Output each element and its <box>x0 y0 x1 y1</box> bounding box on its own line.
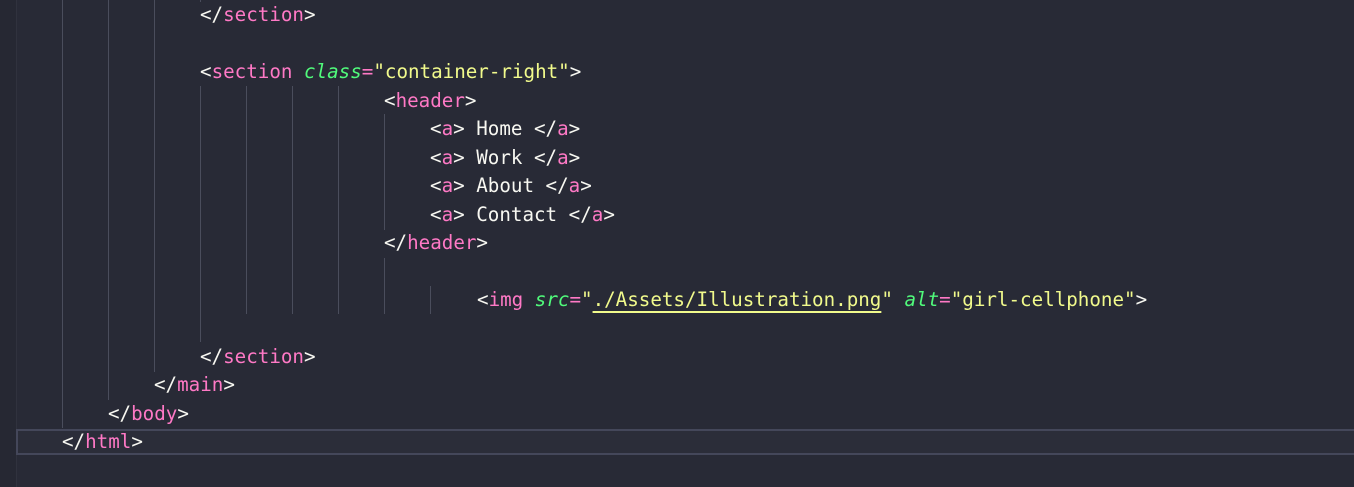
code-line[interactable]: </section> <box>200 343 316 371</box>
tag-name: a <box>441 203 454 226</box>
attribute-name: alt <box>904 288 940 311</box>
code-line[interactable]: <header> <box>384 87 476 115</box>
punctuation: > <box>177 402 189 425</box>
indent-guide <box>62 0 63 428</box>
punctuation: > <box>569 60 582 83</box>
punctuation: > <box>453 117 477 140</box>
text-content: Home <box>476 117 523 140</box>
tag-name: section <box>211 60 293 83</box>
punctuation: " <box>950 288 963 311</box>
punctuation: </ <box>534 174 569 197</box>
punctuation: </ <box>154 373 178 396</box>
punctuation: </ <box>557 203 592 226</box>
punctuation: > <box>603 203 615 226</box>
tag-name: a <box>441 174 454 197</box>
punctuation: " <box>1124 288 1136 311</box>
text-content: Work <box>476 146 523 169</box>
indent-guide <box>108 0 109 400</box>
code-line[interactable]: </section> <box>200 1 316 29</box>
punctuation: </ <box>384 231 408 254</box>
attribute-name: src <box>534 288 570 311</box>
attribute-value: girl-cellphone <box>962 288 1124 311</box>
file-path-link[interactable]: ./Assets/Illustration.png <box>593 288 882 311</box>
punctuation: > <box>131 430 143 453</box>
punctuation: </ <box>200 3 224 26</box>
code-line[interactable]: <img src="./Assets/Illustration.png" alt… <box>477 286 1147 314</box>
punctuation: < <box>430 203 442 226</box>
punctuation: < <box>384 89 396 112</box>
indent-guide <box>200 86 201 342</box>
indent-guide <box>338 86 339 314</box>
code-editor[interactable]: </section> <section class="container-rig… <box>0 0 1354 487</box>
punctuation: </ <box>62 430 86 453</box>
punctuation: </ <box>200 345 224 368</box>
code-line[interactable]: <a> Home </a> <box>430 115 580 143</box>
punctuation: > <box>1135 288 1148 311</box>
attribute-value: container-right <box>384 60 559 83</box>
current-line-highlight <box>16 429 1354 455</box>
code-line-current[interactable]: </html> <box>62 428 143 456</box>
tag-name: a <box>441 117 454 140</box>
tag-name: section <box>223 345 304 368</box>
tag-name: section <box>223 3 304 26</box>
code-line[interactable]: <section class="container-right"> <box>200 58 581 86</box>
punctuation: < <box>477 288 489 311</box>
punctuation: > <box>464 89 477 112</box>
indent-guide <box>292 86 293 314</box>
code-line[interactable]: <a> About </a> <box>430 172 592 200</box>
punctuation: > <box>303 345 316 368</box>
punctuation: > <box>453 203 477 226</box>
punctuation: < <box>200 60 212 83</box>
tag-name: html <box>85 430 132 453</box>
indent-guide <box>430 286 431 314</box>
punctuation: > <box>453 146 477 169</box>
punctuation: " <box>581 288 593 311</box>
punctuation: > <box>568 117 581 140</box>
tag-name: a <box>557 146 569 169</box>
indent-guide <box>246 86 247 314</box>
tag-name: header <box>395 89 465 112</box>
tag-name: a <box>557 117 569 140</box>
code-line[interactable]: <a> Contact </a> <box>430 201 615 229</box>
tag-name: main <box>177 373 224 396</box>
indent-guide <box>384 114 385 230</box>
tag-name: body <box>131 402 178 425</box>
editor-gutter <box>0 0 17 487</box>
punctuation: " <box>558 60 570 83</box>
code-line[interactable]: </main> <box>154 371 235 399</box>
punctuation: > <box>223 373 235 396</box>
punctuation: > <box>580 174 592 197</box>
attribute-name: class <box>304 60 362 83</box>
punctuation: < <box>430 146 442 169</box>
text-content: Contact <box>476 203 558 226</box>
code-line[interactable]: <a> Work </a> <box>430 144 580 172</box>
code-line[interactable]: </header> <box>384 229 488 257</box>
text-content: About <box>476 174 534 197</box>
punctuation: </ <box>522 117 558 140</box>
punctuation: > <box>476 231 488 254</box>
code-line[interactable]: </body> <box>108 400 189 428</box>
indent-guide <box>384 258 385 314</box>
punctuation: < <box>430 174 442 197</box>
tag-name: a <box>591 203 604 226</box>
punctuation: > <box>453 174 477 197</box>
punctuation: </ <box>522 146 558 169</box>
punctuation: " <box>881 288 893 311</box>
punctuation: < <box>430 117 442 140</box>
punctuation: </ <box>108 402 132 425</box>
punctuation: = <box>569 288 581 311</box>
punctuation: = <box>361 60 374 83</box>
punctuation: " <box>373 60 385 83</box>
tag-name: a <box>441 146 454 169</box>
punctuation: > <box>303 3 316 26</box>
tag-name: header <box>407 231 477 254</box>
tag-name: img <box>488 288 524 311</box>
punctuation: = <box>939 288 951 311</box>
punctuation: > <box>568 146 581 169</box>
indent-guide <box>154 0 155 372</box>
tag-name: a <box>568 174 581 197</box>
